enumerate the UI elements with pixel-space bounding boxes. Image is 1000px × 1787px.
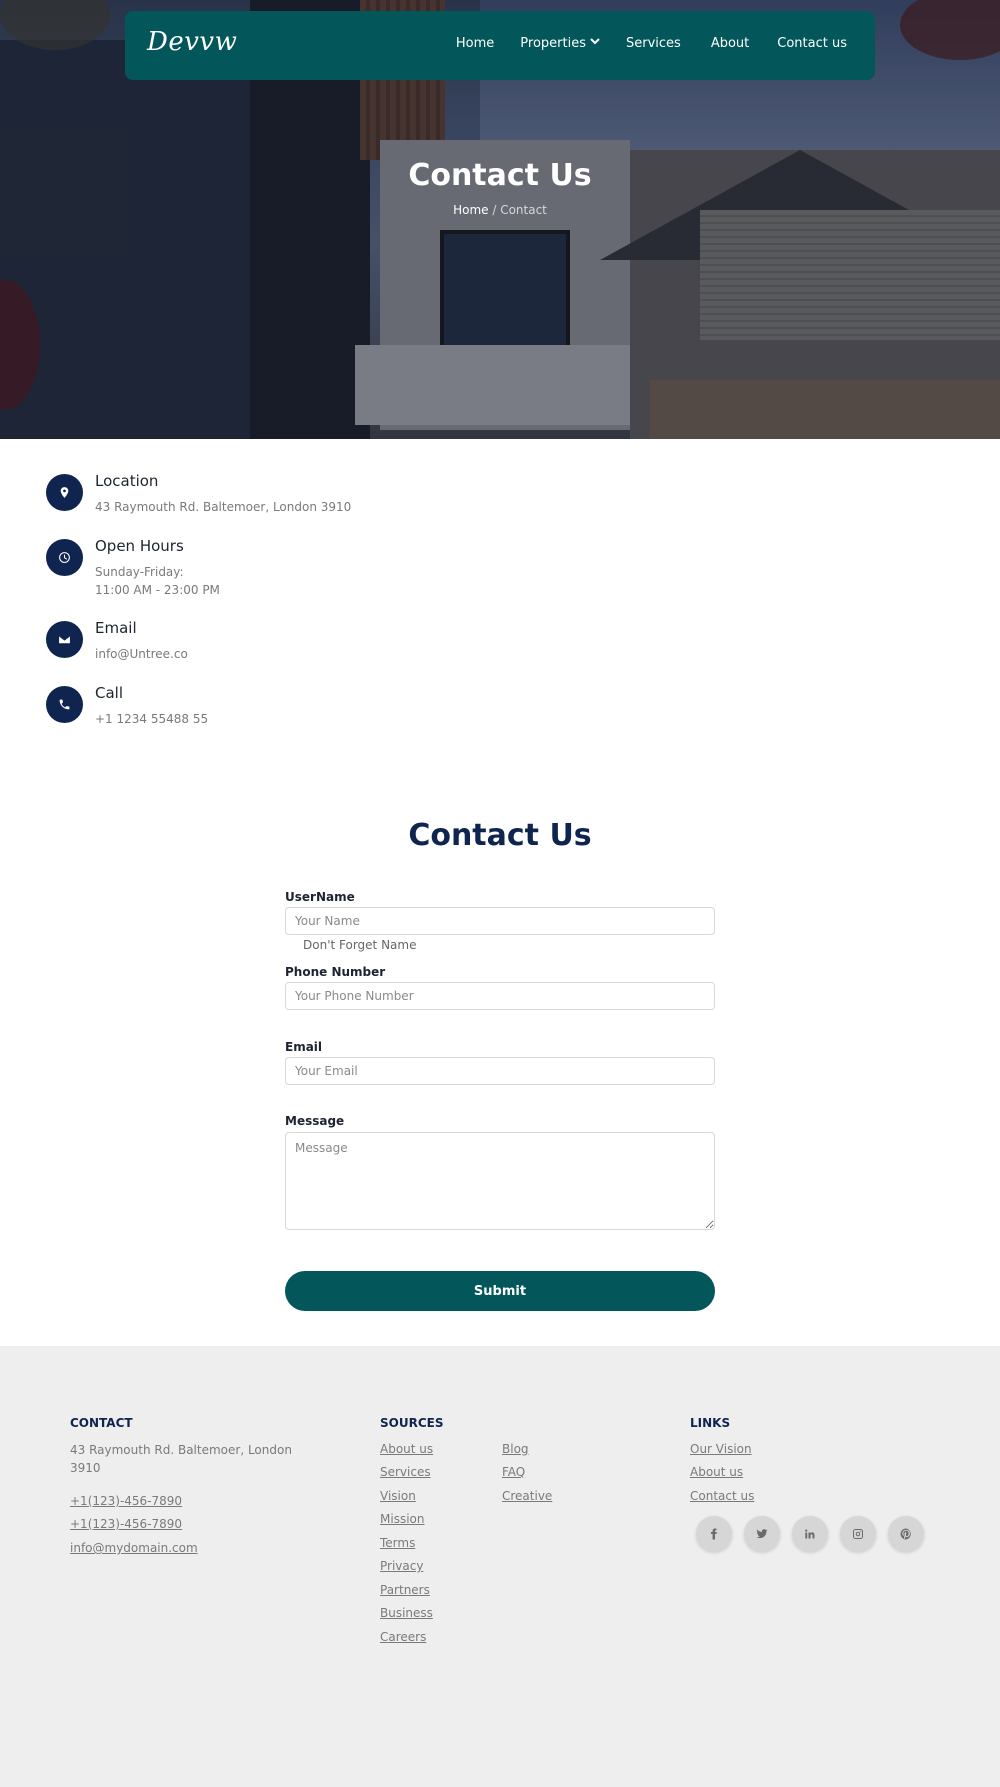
footer-link[interactable]: Our Vision (690, 1442, 752, 1456)
footer-sources-heading: SOURCES (380, 1416, 444, 1430)
nav-item-contact[interactable]: Contact us (777, 36, 847, 51)
nav-item-properties[interactable]: Properties (520, 36, 600, 51)
footer-link[interactable]: About us (690, 1465, 743, 1479)
footer-phone-link[interactable]: +1(123)-456-7890 (70, 1494, 182, 1508)
breadcrumb-separator: / (488, 203, 501, 217)
info-title: Open Hours (95, 537, 184, 555)
site-logo[interactable]: Devvw (147, 27, 237, 57)
footer-link[interactable]: Privacy (380, 1559, 423, 1573)
footer-email-link[interactable]: info@mydomain.com (70, 1541, 198, 1555)
footer-link[interactable]: Terms (380, 1536, 415, 1550)
footer-link[interactable]: Creative (502, 1489, 552, 1503)
message-textarea[interactable] (285, 1132, 715, 1230)
nav-item-label: Properties (520, 36, 586, 51)
submit-button[interactable]: Submit (285, 1271, 715, 1311)
nav-item-about[interactable]: About (711, 36, 749, 51)
username-label: UserName (285, 890, 355, 904)
message-label: Message (285, 1114, 345, 1128)
footer-link[interactable]: Careers (380, 1630, 426, 1644)
info-line: Sunday-Friday: (95, 565, 184, 579)
footer-phone-link[interactable]: +1(123)-456-7890 (70, 1517, 182, 1531)
footer-link[interactable]: Mission (380, 1512, 424, 1526)
info-title: Call (95, 684, 124, 702)
username-input[interactable] (285, 907, 715, 935)
nav-item-label: About (710, 36, 750, 51)
footer-links-heading: LINKS (690, 1416, 731, 1430)
form-title: Contact Us (408, 818, 592, 853)
footer-address: 43 Raymouth Rd. Baltemoer, London 3910 (70, 1443, 292, 1475)
info-text: info@Untree.co (95, 647, 188, 661)
instagram-icon[interactable] (840, 1516, 876, 1552)
pinterest-icon[interactable] (888, 1516, 924, 1552)
footer-link[interactable]: Partners (380, 1583, 430, 1597)
footer-link[interactable]: Vision (380, 1489, 416, 1503)
email-label: Email (285, 1040, 323, 1054)
footer-link[interactable]: About us (380, 1442, 433, 1456)
footer-link[interactable]: Contact us (690, 1489, 754, 1503)
nav-item-services[interactable]: Services (626, 36, 681, 51)
clock-icon (46, 539, 83, 576)
footer-contact-heading: CONTACT (70, 1416, 133, 1430)
breadcrumb: Home / Contact (0, 203, 1000, 217)
envelope-icon (46, 621, 83, 658)
email-input[interactable] (285, 1057, 715, 1085)
chevron-down-icon (590, 36, 600, 49)
username-hint: Don't Forget Name (303, 938, 417, 952)
footer: CONTACT 43 Raymouth Rd. Baltemoer, Londo… (0, 1346, 1000, 1787)
info-text: +1 1234 55488 55 (95, 712, 209, 726)
info-title: Email (95, 619, 137, 637)
footer-link[interactable]: Business (380, 1606, 433, 1620)
phone-label: Phone Number (285, 965, 386, 979)
nav-item-label: Home (455, 36, 495, 51)
nav-links: Home Properties Services About Contact u… (430, 36, 847, 51)
facebook-icon[interactable] (696, 1516, 732, 1552)
location-pin-icon (46, 474, 83, 511)
twitter-icon[interactable] (744, 1516, 780, 1552)
nav-item-label: Contact us (777, 36, 847, 51)
info-title: Location (95, 472, 159, 490)
top-navbar: Devvw Home Properties Services About Con… (125, 11, 875, 80)
breadcrumb-current: Contact (500, 203, 547, 217)
info-text: Sunday-Friday: 11:00 AM - 23:00 PM (95, 563, 220, 599)
phone-icon (46, 686, 83, 723)
page-title: Contact Us (408, 158, 592, 193)
breadcrumb-home-link[interactable]: Home (453, 203, 488, 217)
footer-link[interactable]: Services (380, 1465, 431, 1479)
linkedin-icon[interactable] (792, 1516, 828, 1552)
footer-link[interactable]: FAQ (502, 1465, 525, 1479)
nav-item-home[interactable]: Home (456, 36, 494, 51)
nav-item-label: Services (626, 36, 681, 51)
info-line: 11:00 AM - 23:00 PM (95, 583, 220, 597)
info-text: 43 Raymouth Rd. Baltemoer, London 3910 (95, 500, 352, 514)
footer-link[interactable]: Blog (502, 1442, 529, 1456)
phone-input[interactable] (285, 982, 715, 1010)
